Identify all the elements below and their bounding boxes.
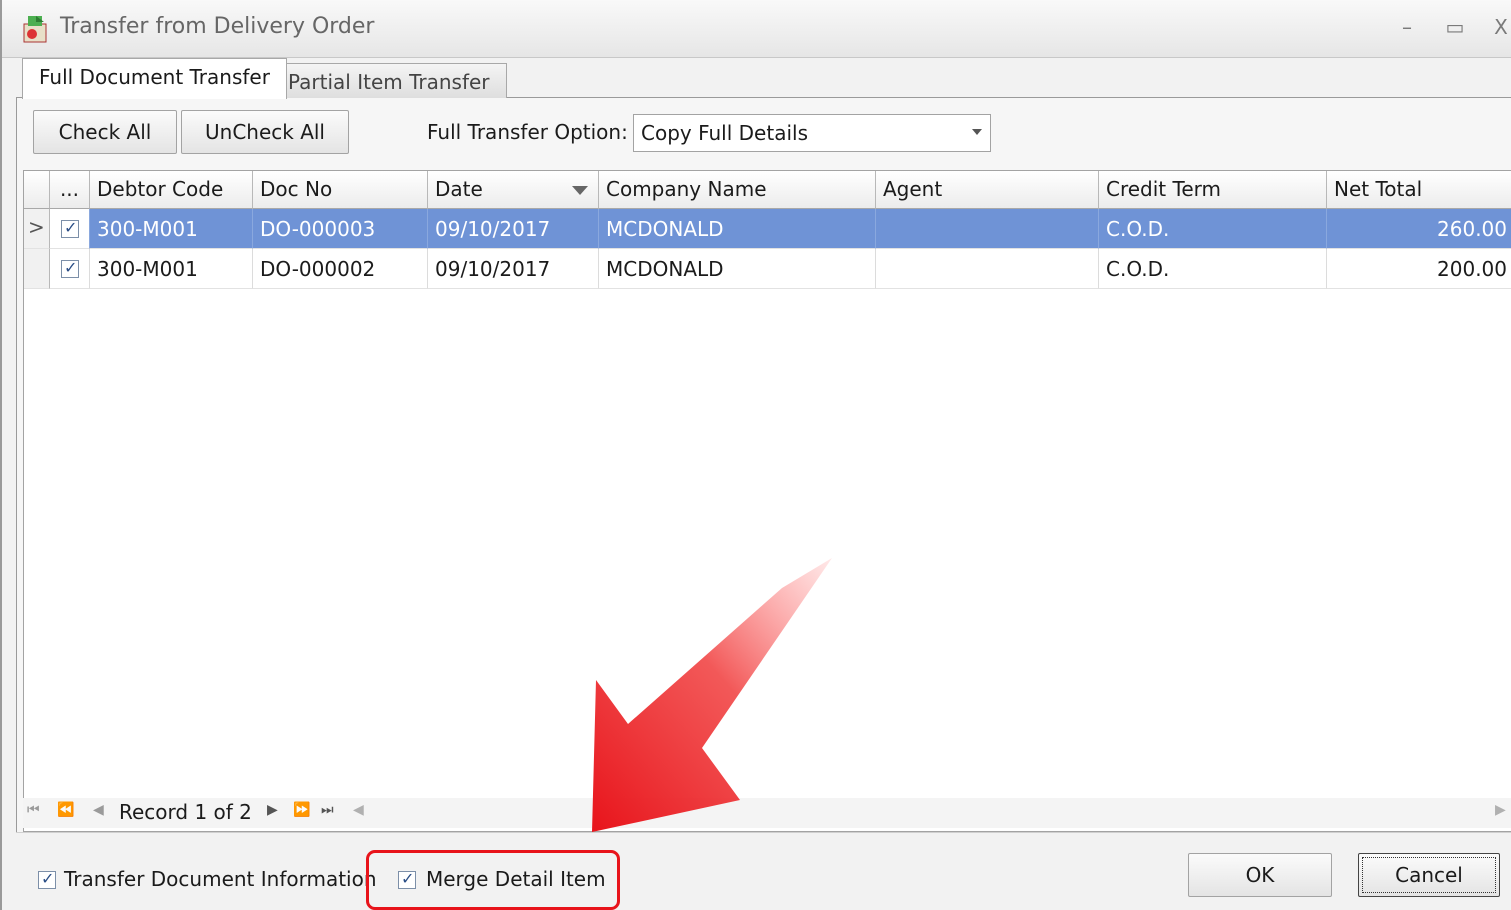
column-header-select[interactable]: ...: [50, 171, 90, 209]
tab-strip: Full Document Transfer Partial Item Tran…: [16, 58, 1511, 99]
scroll-left-icon[interactable]: ◀: [353, 802, 364, 818]
cancel-button-label: Cancel: [1395, 863, 1463, 887]
transfer-option-value: Copy Full Details: [641, 121, 808, 145]
next-page-icon[interactable]: ⏩: [293, 802, 310, 818]
document-grid: ... Debtor Code Doc No Date Company Name…: [23, 170, 1511, 832]
next-record-icon[interactable]: ▶: [267, 802, 278, 818]
date-cell: 09/10/2017: [428, 249, 599, 289]
row-checkbox[interactable]: [61, 258, 79, 278]
doc-no-cell: DO-000003: [253, 209, 428, 249]
net-total-cell: 200.00: [1327, 249, 1511, 289]
column-header-doc-no[interactable]: Doc No: [253, 171, 428, 209]
title-bar: Transfer from Delivery Order – ▭ X: [2, 0, 1511, 58]
previous-record-icon[interactable]: ◀: [93, 802, 104, 818]
row-checkbox[interactable]: [61, 218, 79, 238]
sort-descending-icon: [572, 186, 588, 195]
merge-detail-checkbox[interactable]: [398, 869, 416, 889]
check-all-button[interactable]: Check All: [33, 110, 177, 154]
transfer-info-checkbox[interactable]: [38, 869, 56, 889]
table-row[interactable]: > 300-M001 DO-000003 09/10/2017 MCDONALD…: [24, 209, 1511, 249]
column-header-net-total[interactable]: Net Total: [1327, 171, 1511, 209]
record-counter: Record 1 of 2: [119, 800, 252, 824]
record-navigator: ⏮ ⏪ ◀ Record 1 of 2 ▶ ⏩ ⏭ ◀ ▶: [23, 798, 1511, 828]
debtor-code-cell: 300-M001: [90, 249, 253, 289]
credit-term-cell: C.O.D.: [1099, 249, 1327, 289]
doc-no-cell: DO-000002: [253, 249, 428, 289]
window-title: Transfer from Delivery Order: [60, 14, 375, 39]
date-cell: 09/10/2017: [428, 209, 599, 249]
app-icon: [23, 16, 47, 43]
transfer-dialog: Transfer from Delivery Order – ▭ X Full …: [0, 0, 1511, 910]
column-header-date[interactable]: Date: [428, 171, 599, 209]
transfer-info-label: Transfer Document Information: [64, 867, 377, 891]
close-button[interactable]: X: [1488, 14, 1511, 40]
credit-term-cell: C.O.D.: [1099, 209, 1327, 249]
tab-partial-item-transfer[interactable]: Partial Item Transfer: [271, 63, 507, 98]
row-indicator-header: [24, 171, 50, 209]
row-select-cell: [50, 249, 90, 289]
column-header-debtor-code[interactable]: Debtor Code: [90, 171, 253, 209]
table-row[interactable]: 300-M001 DO-000002 09/10/2017 MCDONALD C…: [24, 249, 1511, 289]
merge-detail-label: Merge Detail Item: [426, 867, 606, 891]
transfer-option-label: Full Transfer Option:: [427, 120, 628, 144]
company-cell: MCDONALD: [599, 249, 876, 289]
first-record-icon[interactable]: ⏮: [27, 802, 40, 818]
transfer-option-select[interactable]: Copy Full Details: [633, 114, 991, 152]
tab-full-document-transfer[interactable]: Full Document Transfer: [22, 58, 287, 99]
net-total-cell: 260.00: [1327, 209, 1511, 249]
scroll-right-icon[interactable]: ▶: [1495, 802, 1506, 818]
column-header-date-label: Date: [435, 177, 483, 201]
row-indicator-empty: [24, 249, 50, 289]
ok-button[interactable]: OK: [1188, 853, 1332, 897]
last-record-icon[interactable]: ⏭: [321, 802, 334, 818]
column-header-credit-term[interactable]: Credit Term: [1099, 171, 1327, 209]
maximize-button[interactable]: ▭: [1442, 14, 1468, 40]
cancel-button[interactable]: Cancel: [1358, 853, 1500, 897]
company-cell: MCDONALD: [599, 209, 876, 249]
uncheck-all-button[interactable]: UnCheck All: [181, 110, 349, 154]
row-indicator: >: [24, 209, 50, 249]
previous-page-icon[interactable]: ⏪: [57, 802, 74, 818]
column-header-company-name[interactable]: Company Name: [599, 171, 876, 209]
column-header-agent[interactable]: Agent: [876, 171, 1099, 209]
dropdown-arrow-icon[interactable]: [972, 129, 982, 135]
tab-panel: Check All UnCheck All Full Transfer Opti…: [16, 98, 1511, 832]
agent-cell: [876, 209, 1099, 249]
dialog-footer: Transfer Document Information Merge Deta…: [16, 832, 1511, 910]
minimize-button[interactable]: –: [1394, 14, 1420, 40]
agent-cell: [876, 249, 1099, 289]
debtor-code-cell: 300-M001: [90, 209, 253, 249]
row-select-cell: [50, 209, 90, 249]
